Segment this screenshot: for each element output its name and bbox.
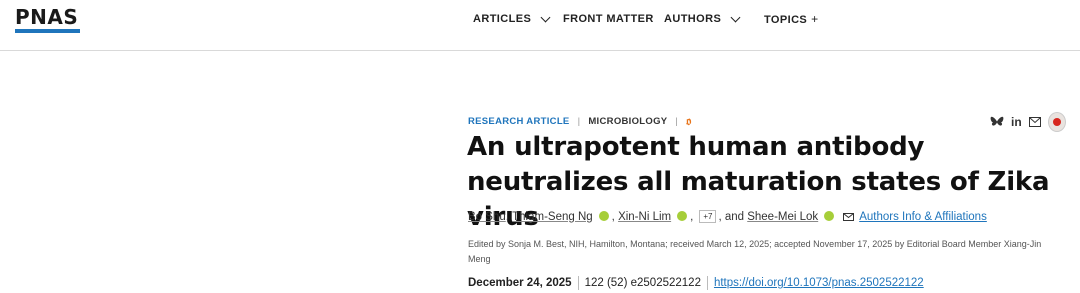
publication-date: December 24, 2025 [468, 277, 572, 289]
nav-front-matter-label: FRONT MATTER [563, 13, 654, 25]
separator: | [577, 116, 581, 127]
nav-topics-label: TOPICS [764, 13, 808, 26]
article-meta-row: RESEARCH ARTICLE | MICROBIOLOGY | 𝔬 [468, 114, 692, 129]
nav-topics[interactable]: TOPICS + [764, 12, 819, 26]
chevron-down-icon [730, 12, 741, 22]
chevron-down-icon [540, 12, 551, 22]
editorial-history: Edited by Sonja M. Best, NIH, Hamilton, … [468, 239, 1042, 264]
orcid-icon[interactable] [677, 210, 688, 221]
citation-info: 122 (52) e2502522122 [584, 277, 701, 289]
and-text: , and [718, 210, 745, 223]
altmetric-icon[interactable] [1047, 112, 1066, 132]
author-link[interactable]: Shee-Mei Lok [747, 211, 818, 223]
bluesky-icon[interactable] [990, 116, 1004, 128]
open-access-icon: 𝔬 [686, 114, 692, 128]
mail-icon[interactable] [1028, 117, 1041, 127]
pnas-logo[interactable]: PNAS [15, 7, 80, 33]
publication-info: December 24, 2025 122 (52) e2502522122 h… [468, 276, 924, 290]
linkedin-icon[interactable]: in [1011, 115, 1022, 129]
author-link[interactable]: Thiam-Seng Ng [512, 211, 593, 223]
nav-articles-label: ARTICLES [473, 13, 532, 25]
more-authors-button[interactable]: +7 [699, 210, 717, 223]
divider [577, 276, 579, 290]
orcid-icon[interactable] [824, 210, 835, 221]
plus-icon: + [811, 12, 819, 26]
orcid-icon[interactable] [598, 210, 609, 221]
logo-text: PNAS [15, 5, 79, 29]
doi-link[interactable]: https://doi.org/10.1073/pnas.2502522122 [714, 277, 924, 289]
author-link[interactable]: Bo Shu [468, 211, 506, 223]
separator: | [675, 116, 679, 127]
article-subject[interactable]: MICROBIOLOGY [588, 116, 667, 127]
article-type[interactable]: RESEARCH ARTICLE [468, 116, 570, 127]
divider [706, 276, 708, 290]
top-navigation-bar: PNAS ARTICLES FRONT MATTER AUTHORS TOPIC… [0, 0, 1080, 51]
mail-icon[interactable] [843, 212, 855, 224]
author-link[interactable]: Xin-Ni Lim [618, 211, 671, 223]
share-icons: in [990, 112, 1066, 132]
author-list: Bo Shu, Thiam-Seng Ng , Xin-Ni Lim , +7 … [468, 210, 987, 223]
nav-articles[interactable]: ARTICLES [473, 12, 551, 25]
author-separator: , [690, 210, 694, 223]
nav-authors-label: AUTHORS [664, 13, 722, 25]
logo-underline [15, 29, 80, 33]
authors-info-affiliations-link[interactable]: Authors Info & Affiliations [859, 211, 987, 223]
nav-front-matter[interactable]: FRONT MATTER [563, 13, 654, 25]
nav-authors[interactable]: AUTHORS [664, 12, 741, 25]
